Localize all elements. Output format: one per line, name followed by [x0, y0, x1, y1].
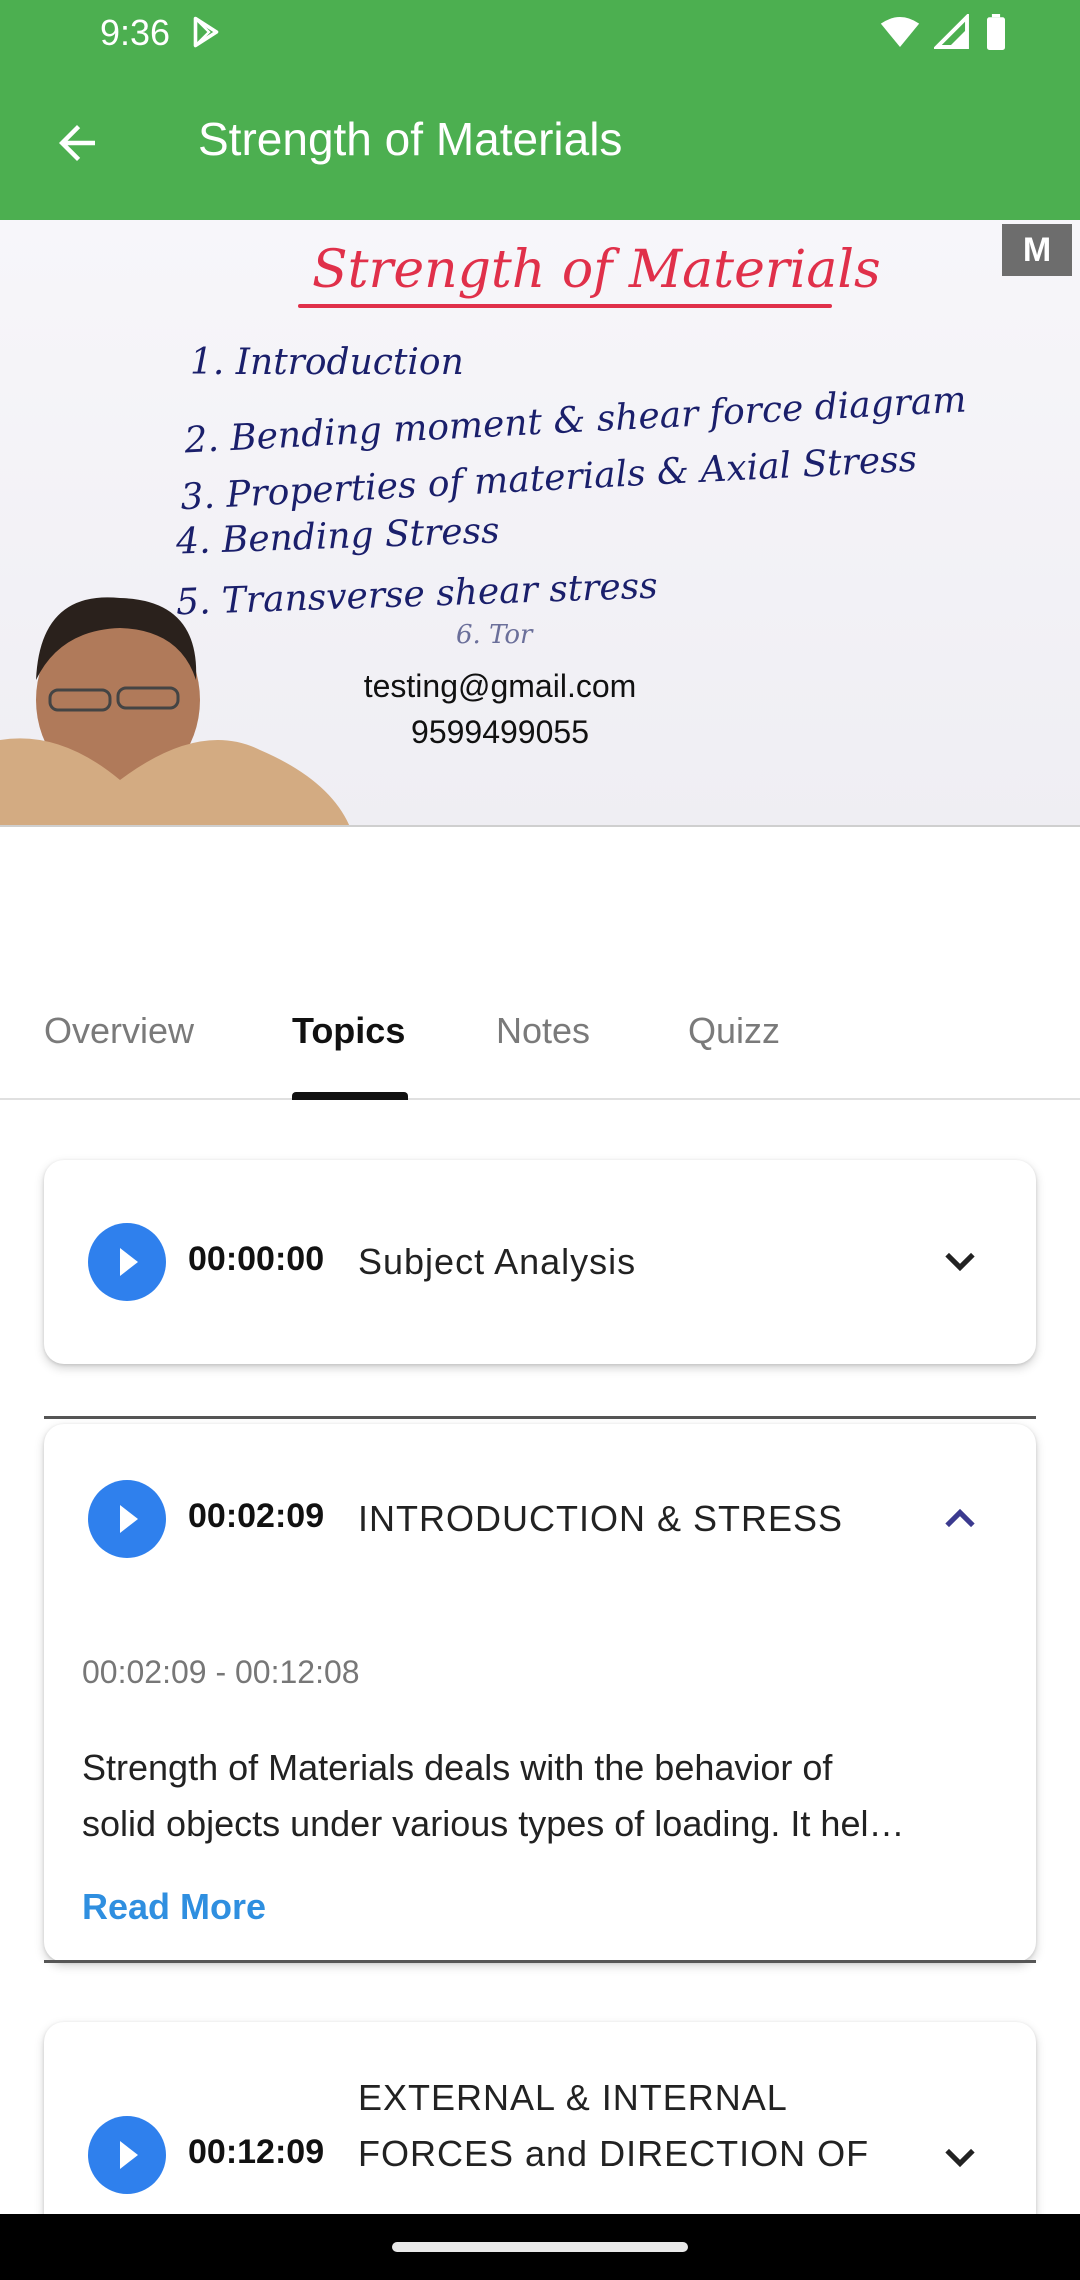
read-more-link[interactable]: Read More — [82, 1886, 266, 1928]
battery-icon — [987, 14, 1005, 50]
topic-title: INTRODUCTION & STRESS — [358, 1498, 844, 1539]
topic-timestamp: 00:00:00 — [188, 1240, 325, 1278]
topic-timestamp: 00:12:09 — [188, 2133, 325, 2171]
video-player[interactable]: Strength of Materials 1. Introduction 2.… — [0, 220, 1080, 827]
topic-timestamp: 00:02:09 — [188, 1497, 325, 1535]
whiteboard-line: 6. Tor — [456, 620, 533, 650]
topic-card-expanded[interactable]: 00:02:09 INTRODUCTION & STRESS 00:02:09 … — [44, 1424, 1036, 1962]
topic-title-line: EXTERNAL & INTERNAL — [358, 2077, 788, 2118]
whiteboard-line: 1. Introduction — [190, 342, 464, 383]
topic-time-range: 00:02:09 - 00:12:08 — [82, 1654, 360, 1690]
tab-overview[interactable]: Overview — [44, 1010, 194, 1052]
chevron-down-icon[interactable] — [938, 1240, 982, 1284]
tab-topics[interactable]: Topics — [292, 1010, 405, 1052]
topic-description-line: solid objects under various types of loa… — [82, 1803, 905, 1844]
status-bar: 9:36 — [0, 0, 1080, 64]
divider — [44, 1960, 1036, 1963]
topic-title: Subject Analysis — [358, 1241, 637, 1282]
signal-icon — [934, 14, 969, 49]
tab-notes[interactable]: Notes — [496, 1010, 590, 1052]
topic-description-line: Strength of Materials deals with the beh… — [82, 1747, 833, 1788]
app-bar: Strength of Materials — [0, 64, 1080, 220]
tab-bar: Overview Topics Notes Quizz — [0, 960, 1080, 1100]
play-icon[interactable] — [88, 2116, 166, 2194]
wifi-icon — [880, 17, 920, 47]
chevron-up-icon[interactable] — [938, 1496, 982, 1540]
whiteboard-underline — [298, 304, 832, 308]
watermark-email: testing@gmail.com — [363, 668, 637, 704]
channel-logo: M — [1002, 224, 1072, 276]
home-gesture-handle[interactable] — [392, 2242, 688, 2252]
arrow-back-icon[interactable] — [50, 116, 104, 170]
tab-indicator — [292, 1092, 408, 1100]
status-time: 9:36 — [100, 12, 171, 53]
whiteboard-title: Strength of Materials — [312, 240, 881, 300]
divider — [44, 1416, 1036, 1419]
play-icon[interactable] — [88, 1480, 166, 1558]
system-icons — [880, 14, 1008, 50]
topic-title-line: FORCES and DIRECTION OF — [358, 2133, 870, 2174]
tab-quizz[interactable]: Quizz — [688, 1010, 780, 1052]
page-title: Strength of Materials — [198, 113, 623, 165]
chevron-down-icon[interactable] — [938, 2136, 982, 2180]
system-navigation-bar — [0, 2214, 1080, 2280]
play-icon[interactable] — [88, 1223, 166, 1301]
watermark-phone: 9599499055 — [411, 714, 589, 750]
topic-card[interactable]: 00:00:00 Subject Analysis — [44, 1160, 1036, 1364]
play-store-icon — [193, 16, 219, 48]
